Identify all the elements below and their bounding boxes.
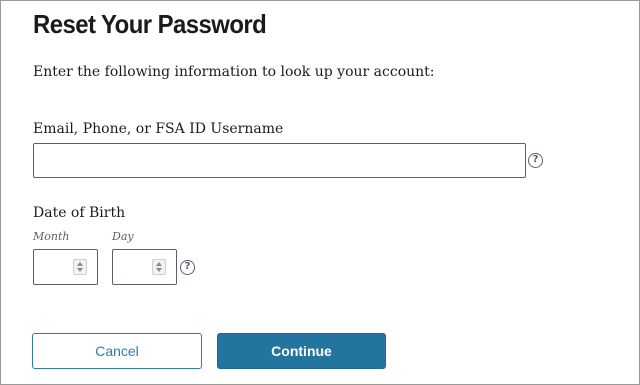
dob-label: Date of Birth (33, 205, 126, 221)
email-phone-username-input[interactable] (33, 143, 526, 178)
month-spinner[interactable] (73, 259, 87, 275)
month-label: Month (33, 230, 70, 243)
reset-password-panel: Reset Your Password Enter the following … (0, 0, 640, 385)
page-title: Reset Your Password (33, 9, 267, 39)
chevron-up-icon[interactable] (156, 262, 162, 266)
chevron-up-icon[interactable] (77, 262, 83, 266)
day-spinner[interactable] (152, 259, 166, 275)
month-input[interactable] (33, 249, 98, 285)
cancel-button[interactable]: Cancel (32, 333, 202, 369)
continue-button[interactable]: Continue (217, 333, 386, 369)
email-field-label: Email, Phone, or FSA ID Username (33, 121, 284, 137)
question-circle-icon[interactable]: ? (528, 153, 543, 168)
chevron-down-icon[interactable] (77, 268, 83, 272)
intro-text: Enter the following information to look … (33, 64, 435, 80)
chevron-down-icon[interactable] (156, 268, 162, 272)
question-circle-icon[interactable]: ? (180, 260, 195, 275)
day-input[interactable] (112, 249, 177, 285)
day-label: Day (112, 230, 134, 243)
